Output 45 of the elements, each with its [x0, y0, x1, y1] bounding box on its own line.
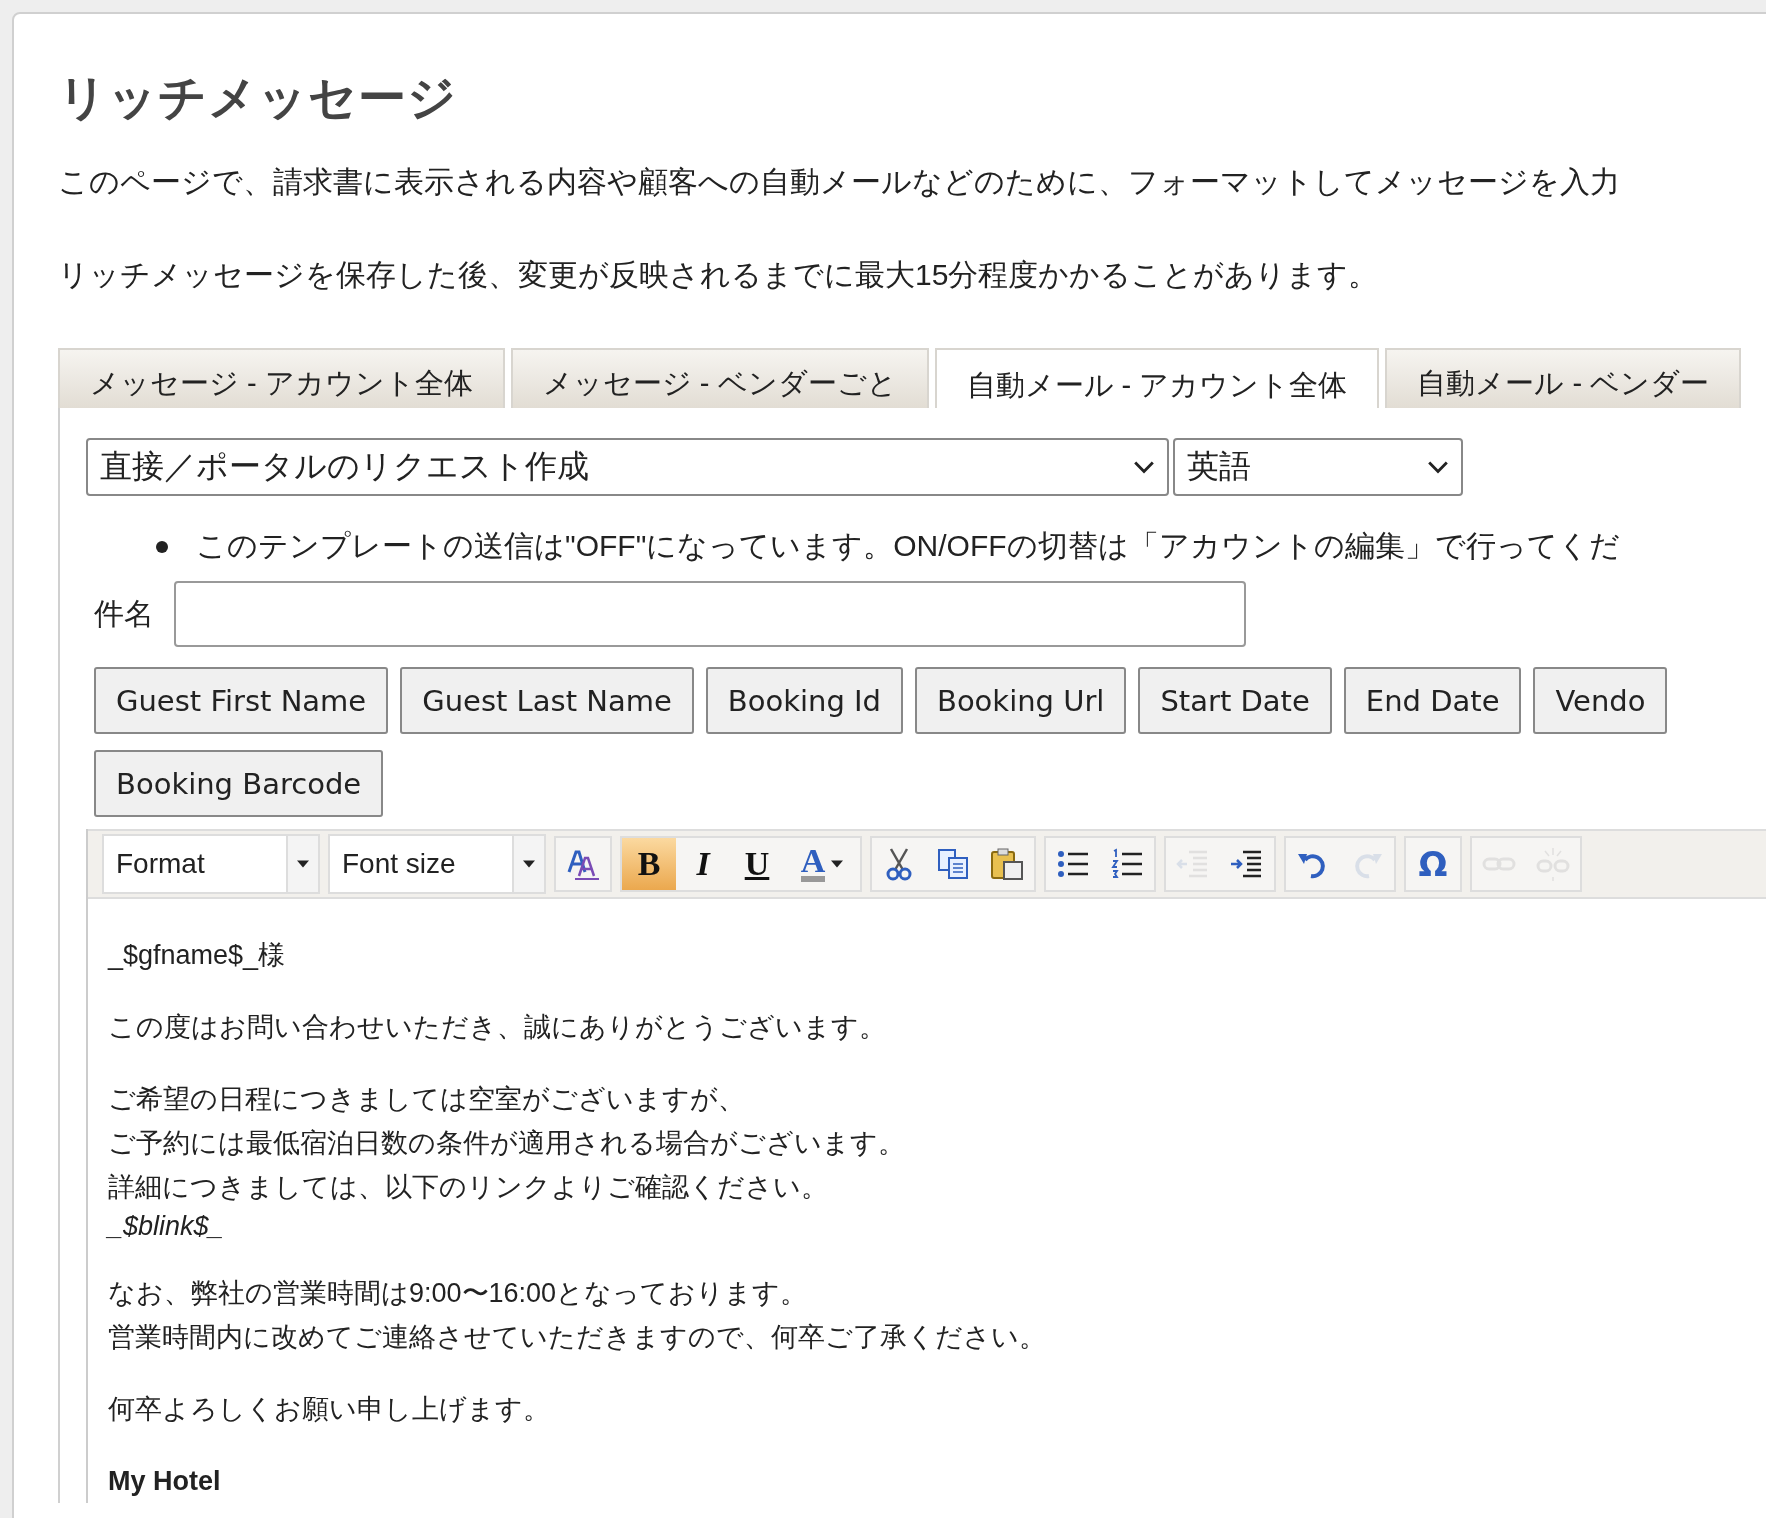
- merge-field-button[interactable]: Vendo: [1533, 667, 1668, 734]
- merge-field-button[interactable]: Booking Url: [915, 667, 1127, 734]
- template-select[interactable]: 直接／ポータルのリクエスト作成: [86, 438, 1169, 496]
- description-text: このページで、請求書に表示される内容や顧客への自動メールなどのために、フォーマットしてメッセージを入力: [58, 164, 1621, 200]
- tab[interactable]: メッセージ - ベンダーごと: [510, 348, 929, 408]
- tab[interactable]: 自動メール - ベンダー: [1385, 348, 1742, 408]
- message-text: なお、弊社の営業時間は9:00〜16:00となっております。: [108, 1277, 809, 1310]
- italic-button[interactable]: I: [676, 838, 730, 890]
- description-text: リッチメッセージを保存した後、変更が反映されるまでに最大15分程度かかることがあります。: [58, 257, 1380, 293]
- text-color-button[interactable]: A: [784, 838, 860, 890]
- merge-field-button[interactable]: Booking Barcode: [94, 750, 384, 817]
- message-text: ご希望の日程につきましては空室がございますが、: [108, 1083, 746, 1116]
- caret-icon: [523, 860, 535, 868]
- underline-button[interactable]: U: [730, 838, 784, 890]
- caret-icon: [831, 860, 844, 868]
- message-text: 何卒よろしくお願い申し上げます。: [108, 1393, 551, 1426]
- subject-label: 件名: [94, 595, 154, 632]
- message-text: この度はお問い合わせいただき、誠にありがとうございます。: [108, 1011, 887, 1044]
- message-text: 詳細につきましては、以下のリンクよりご確認ください。: [108, 1171, 829, 1204]
- merge-field-button[interactable]: Guest First Name: [94, 667, 389, 734]
- clipboard-icon: [989, 846, 1025, 882]
- merge-field-button[interactable]: Booking Id: [705, 667, 903, 734]
- merge-field-button[interactable]: Guest Last Name: [400, 667, 694, 734]
- chevron-down-icon: [1133, 460, 1155, 474]
- message-text: 営業時間内に改めてご連絡させていただきますので、何卒ご了承ください。: [108, 1321, 1047, 1354]
- message-text: _$gfname$_様: [108, 939, 287, 972]
- message-text: My Hotel: [108, 1465, 222, 1498]
- chevron-down-icon: [1427, 460, 1449, 474]
- language-select[interactable]: 英語: [1173, 438, 1463, 496]
- toolbar-dropdown[interactable]: Format: [102, 834, 320, 894]
- special-character-button[interactable]: Ω: [1406, 838, 1460, 890]
- message-text: _$blink$_: [108, 1210, 225, 1243]
- message-text: ご予約には最低宿泊日数の条件が適用される場合がございます。: [108, 1127, 906, 1160]
- merge-field-button[interactable]: End Date: [1343, 667, 1522, 734]
- tab[interactable]: 自動メール - アカウント全体: [934, 348, 1380, 408]
- toolbar-dropdown[interactable]: Font size: [328, 834, 546, 894]
- copy-icon: [935, 846, 971, 882]
- caret-icon: [297, 860, 309, 868]
- page-title: リッチメッセージ: [58, 70, 458, 126]
- tab[interactable]: メッセージ - アカウント全体: [58, 348, 505, 408]
- notice-text: このテンプレートの送信は"OFF"になっています。ON/OFFの切替は「アカウントの編集」で行ってくだ: [196, 528, 1620, 564]
- bold-button[interactable]: B: [622, 838, 676, 890]
- subject-field[interactable]: [174, 581, 1246, 647]
- merge-field-button[interactable]: Start Date: [1138, 667, 1332, 734]
- bullet-icon: [156, 540, 168, 553]
